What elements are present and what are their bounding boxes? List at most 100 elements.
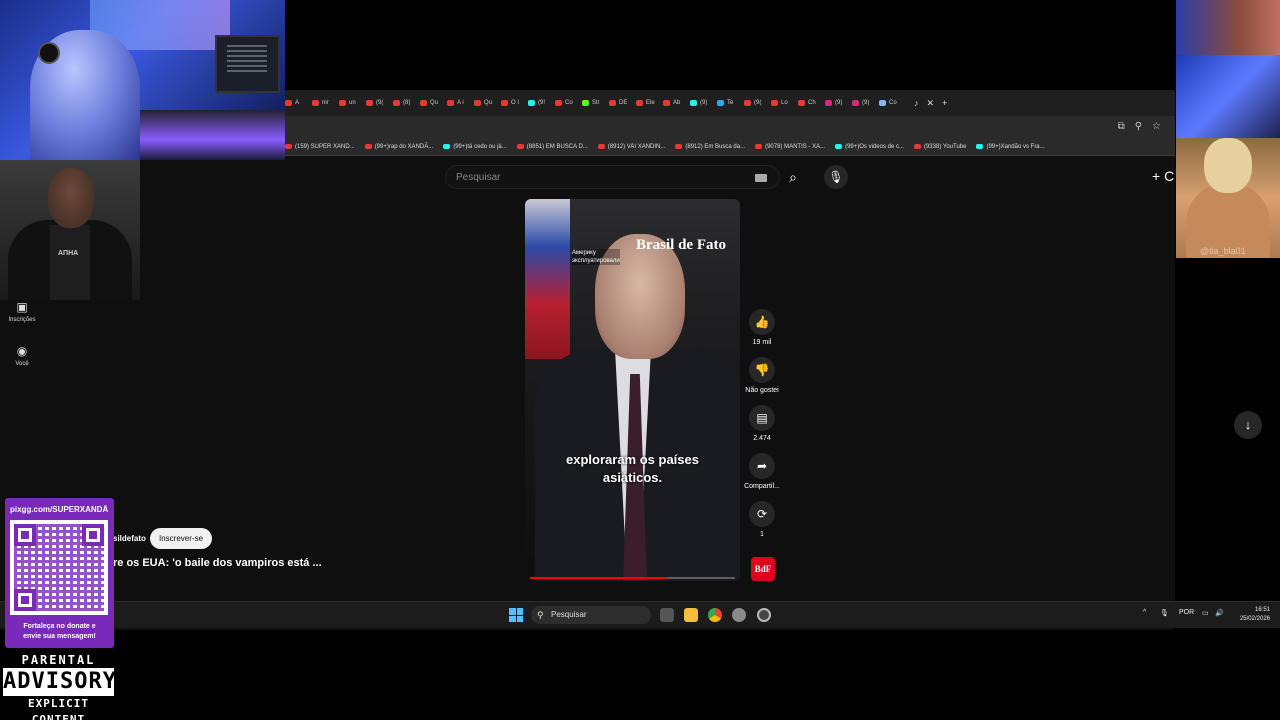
bookmark-favicon-icon xyxy=(516,144,524,149)
comments-button[interactable]: ▤ 2.474 xyxy=(742,405,782,442)
network-icon[interactable]: ▭ xyxy=(1202,609,1209,617)
microphone-icon[interactable]: 🎙 xyxy=(824,165,848,189)
monitor xyxy=(215,35,280,93)
browser-tab[interactable]: Te xyxy=(717,93,741,113)
browser-tab[interactable]: Qu xyxy=(474,93,498,113)
task-view-icon[interactable] xyxy=(660,608,674,622)
bookmark-item[interactable]: (159) SUPER XAND... xyxy=(285,144,355,150)
new-tab-icon[interactable]: + xyxy=(942,98,947,108)
nav-subscriptions[interactable]: ▣ Inscrições xyxy=(4,300,40,323)
browser-tab[interactable]: Co xyxy=(879,93,903,113)
qr-code xyxy=(10,520,108,615)
guest-shirt xyxy=(50,225,90,300)
file-explorer-icon[interactable] xyxy=(684,608,698,622)
bookmark-item[interactable]: (99+)Os videos de c... xyxy=(835,144,904,150)
bookmark-favicon-icon xyxy=(675,144,683,149)
tab-favicon-icon xyxy=(825,100,832,106)
language-indicator[interactable]: POR xyxy=(1179,609,1194,616)
tab-favicon-icon xyxy=(744,100,751,106)
browser-tab[interactable]: (9! xyxy=(528,93,552,113)
browser-tab[interactable]: Str xyxy=(582,93,606,113)
tray-chevron-up-icon[interactable]: ^ xyxy=(1143,609,1146,616)
windows-start-icon[interactable] xyxy=(509,608,523,622)
browser-tab[interactable]: Lo xyxy=(771,93,795,113)
keyboard-icon[interactable] xyxy=(755,174,767,182)
reaction-image-1 xyxy=(1176,0,1280,55)
bookmark-favicon-icon xyxy=(443,144,451,149)
browser-tab[interactable]: Qu xyxy=(420,93,444,113)
bookmark-item[interactable]: (99+)tá cedo ou já... xyxy=(443,144,507,150)
browser-tab[interactable]: (9) xyxy=(825,93,849,113)
install-icon[interactable]: ⧉ xyxy=(1118,121,1125,132)
tab-label: Ab xyxy=(673,100,681,106)
browser-tab[interactable]: (9( xyxy=(366,93,390,113)
tab-favicon-icon xyxy=(609,100,616,106)
taskbar-search[interactable]: ⚲ Pesquisar xyxy=(531,606,651,624)
share-button[interactable]: ➦ Compartil... xyxy=(742,453,782,490)
zoom-icon[interactable]: ⚲ xyxy=(1135,121,1142,132)
browser-tab[interactable]: Ab xyxy=(663,93,687,113)
bookmark-item[interactable]: (9338) YouTube xyxy=(913,144,966,150)
browser-tab[interactable]: O I xyxy=(501,93,525,113)
browser-tab[interactable]: (9) xyxy=(852,93,876,113)
system-clock[interactable]: 16:51 25/02/2026 xyxy=(1240,606,1270,624)
tray-mic-icon[interactable]: 🎙 xyxy=(1160,609,1169,617)
search-box[interactable]: Pesquisar xyxy=(445,165,780,189)
bookmark-star-icon[interactable]: ☆ xyxy=(1152,121,1161,132)
channel-name[interactable]: sildefato xyxy=(113,534,146,543)
browser-tab[interactable]: Ele xyxy=(636,93,660,113)
channel-avatar[interactable]: BdF xyxy=(751,557,775,581)
volume-icon[interactable]: 🔊 xyxy=(1215,609,1224,617)
progress-bar[interactable] xyxy=(530,577,735,579)
bookmark-item[interactable]: (8851) EM BUSCA D... xyxy=(516,144,588,150)
settings-gear-icon[interactable] xyxy=(732,608,746,622)
tab-label: (9( xyxy=(754,100,762,106)
bookmark-item[interactable]: (99+)rap do XANDÃ... xyxy=(364,144,433,150)
clock-date: 25/02/2026 xyxy=(1239,616,1270,622)
bookmark-item[interactable]: (8912) Em Busca da... xyxy=(675,144,745,150)
bookmark-item[interactable]: (8912) VAI XANDIN... xyxy=(597,144,665,150)
qr-finder-bottom-left xyxy=(14,589,36,611)
tab-favicon-icon xyxy=(285,100,292,106)
search-placeholder: Pesquisar xyxy=(456,172,501,183)
short-video-player[interactable]: Brasil de Fato Америку эксплуатировали e… xyxy=(525,199,740,581)
bookmark-item[interactable]: (9078) MANTIS - XA... xyxy=(755,144,825,150)
thumbs-up-icon: 👍 xyxy=(749,309,775,335)
browser-tab[interactable]: (9) xyxy=(690,93,714,113)
subscribe-button[interactable]: Inscrever-se xyxy=(150,528,213,549)
bookmark-label: (99+)tá cedo ou já... xyxy=(453,143,507,150)
browser-tab[interactable]: Co xyxy=(555,93,579,113)
tab-favicon-icon xyxy=(393,100,400,106)
browser-tab[interactable]: A xyxy=(285,93,309,113)
create-button[interactable]: + C xyxy=(1152,168,1174,184)
browser-tab[interactable]: (9( xyxy=(744,93,768,113)
tab-favicon-icon xyxy=(555,100,562,106)
dislike-button[interactable]: 👎 Não gostei xyxy=(742,357,782,394)
tab-favicon-icon xyxy=(879,100,886,106)
tab-favicon-icon xyxy=(366,100,373,106)
bookmark-label: (9078) MANTIS - XA... xyxy=(765,143,826,150)
tab-favicon-icon xyxy=(771,100,778,106)
browser-tab[interactable]: un xyxy=(339,93,363,113)
tab-close-icon[interactable]: ✕ xyxy=(927,98,935,109)
bookmark-item[interactable]: (99+)Xandão vs Fra... xyxy=(976,144,1045,150)
browser-tab[interactable]: A i xyxy=(447,93,471,113)
next-video-arrow-icon[interactable]: ↓ xyxy=(1234,411,1262,439)
video-title[interactable]: re os EUA: 'o baile dos vampiros está ..… xyxy=(113,557,322,569)
browser-tab[interactable]: Ch xyxy=(798,93,822,113)
browser-tab[interactable]: nir xyxy=(312,93,336,113)
bookmark-favicon-icon xyxy=(835,144,843,149)
clock-time: 16:51 xyxy=(1254,607,1270,613)
like-button[interactable]: 👍 19 mil xyxy=(742,309,782,346)
tab-label: Str xyxy=(592,100,600,106)
browser-tab[interactable]: DE xyxy=(609,93,633,113)
windows-taskbar: ⚲ Pesquisar ^ 🎙 POR ▭ 🔊 16:51 25/02/2026 xyxy=(0,601,1280,628)
browser-tab[interactable]: (8) xyxy=(393,93,417,113)
tab-audio-icon[interactable]: ♪ xyxy=(914,98,919,108)
remix-button[interactable]: ⟳ 1 xyxy=(742,501,782,538)
nav-you[interactable]: ◉ Você xyxy=(4,344,40,367)
search-icon[interactable]: ⌕ xyxy=(782,166,804,188)
obs-icon[interactable] xyxy=(757,608,771,622)
advisory-line2: ADVISORY xyxy=(3,669,117,694)
chrome-icon[interactable] xyxy=(708,608,722,622)
